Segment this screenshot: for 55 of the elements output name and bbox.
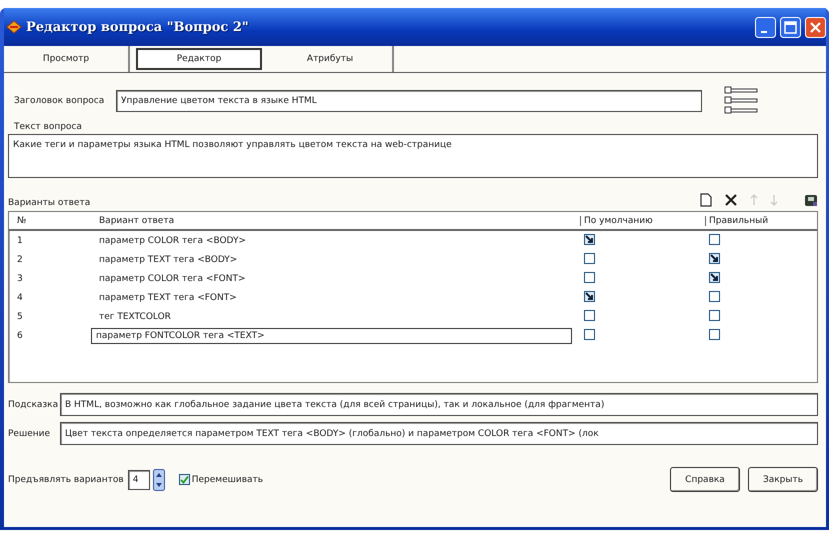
input-field[interactable]: Цвет текста определяется параметром TEXT тега <BODY> (глобально) и параметром COLOR тега <FONT> (лок bbox=[60, 422, 818, 445]
checkbox[interactable] bbox=[584, 328, 595, 340]
row-number: 4 bbox=[16, 292, 24, 302]
dialog-button[interactable]: Справка bbox=[670, 467, 740, 492]
list-icon[interactable] bbox=[724, 86, 758, 116]
row-number: 6 bbox=[16, 330, 24, 340]
table-cell-text: тег TEXTCOLOR bbox=[98, 312, 172, 322]
table-cell-text: параметр TEXT тега <FONT> bbox=[98, 292, 238, 302]
tab[interactable]: Атрибуты bbox=[268, 46, 394, 72]
maximize-button[interactable] bbox=[780, 16, 801, 38]
row-number: 5 bbox=[16, 312, 24, 322]
checkbox[interactable] bbox=[584, 291, 595, 302]
checkbox[interactable] bbox=[178, 474, 190, 485]
row-number: 2 bbox=[16, 254, 24, 264]
section-label: Варианты ответа bbox=[8, 197, 90, 208]
tab[interactable]: Редактор bbox=[136, 48, 262, 70]
checkbox[interactable] bbox=[709, 290, 720, 302]
checkbox[interactable] bbox=[584, 310, 595, 320]
spinner-icon[interactable] bbox=[152, 468, 165, 490]
row-number: 1 bbox=[16, 236, 24, 246]
checkbox[interactable] bbox=[709, 310, 720, 320]
table-cell-text: параметр COLOR тега <BODY> bbox=[98, 236, 248, 246]
window-title: Редактор вопроса "Вопрос 2" bbox=[26, 20, 250, 34]
column-header: Вариант ответа bbox=[98, 216, 176, 226]
checkbox[interactable] bbox=[709, 253, 720, 264]
row-number: 3 bbox=[16, 274, 24, 284]
field-label: Заголовок вопроса bbox=[14, 96, 106, 106]
delete-icon[interactable] bbox=[724, 193, 738, 207]
checkbox[interactable] bbox=[709, 328, 720, 340]
input-field[interactable]: В HTML, возможно как глобальное задание цвета текста (для всей страницы), так и локальное (для фрагмента) bbox=[60, 393, 818, 416]
column-header: № bbox=[16, 216, 28, 226]
table-cell-text: параметр TEXT тега <BODY> bbox=[98, 254, 238, 264]
field-label: Подсказка bbox=[8, 400, 56, 410]
field-label: Текст вопроса bbox=[14, 122, 83, 132]
checkbox[interactable] bbox=[584, 252, 595, 264]
tab[interactable]: Просмотр bbox=[4, 46, 130, 72]
checkbox[interactable] bbox=[584, 272, 595, 282]
dialog-button[interactable]: Закрыть bbox=[748, 467, 818, 492]
table-cell-text: параметр COLOR тега <FONT> bbox=[98, 274, 246, 284]
number-field[interactable]: 4 bbox=[128, 470, 150, 490]
checkbox[interactable] bbox=[709, 272, 720, 283]
field-label: Предъявлять вариантов bbox=[8, 474, 124, 484]
field-label: Решение bbox=[8, 428, 52, 438]
input-field[interactable]: Управление цветом текста в языке HTML bbox=[116, 90, 702, 112]
checkbox[interactable] bbox=[584, 234, 595, 245]
new-page-icon[interactable] bbox=[700, 193, 712, 207]
close-button[interactable] bbox=[805, 16, 826, 38]
app-icon bbox=[6, 20, 22, 34]
checkbox-label: Перемешивать bbox=[192, 474, 264, 484]
text-area[interactable]: Какие теги и параметры языка HTML позволяют управлять цветом текста на web-странице bbox=[8, 134, 818, 178]
minimize-button[interactable] bbox=[755, 16, 776, 38]
input-field[interactable]: параметр FONTCOLOR тега <TEXT> bbox=[91, 328, 572, 344]
column-header: Правильный bbox=[705, 216, 817, 226]
column-header: По умолчанию bbox=[580, 216, 705, 226]
checkbox[interactable] bbox=[709, 234, 720, 244]
